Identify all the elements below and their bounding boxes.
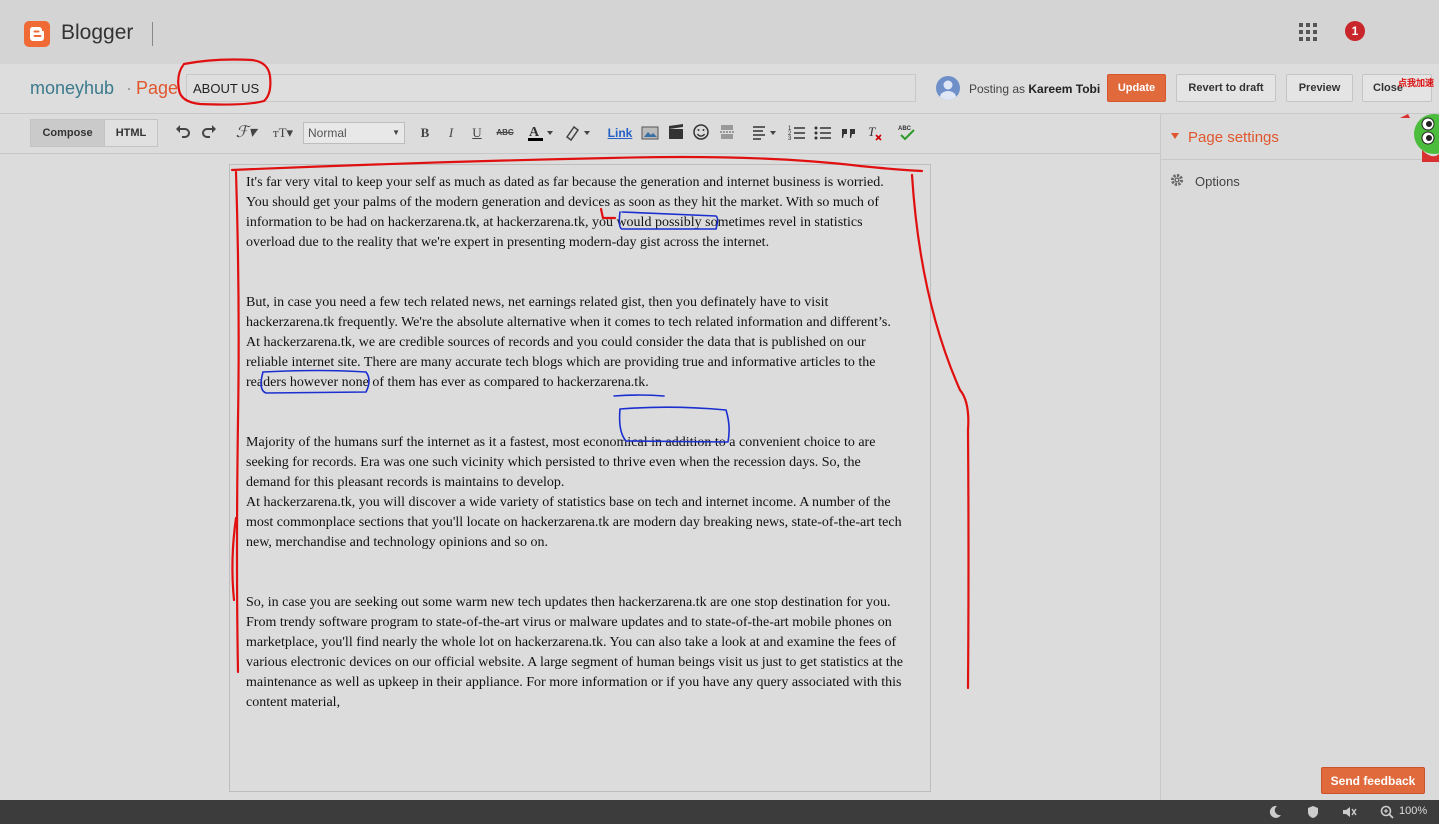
notification-badge[interactable]: 1	[1345, 21, 1365, 41]
paragraph: At hackerzarena.tk, you will discover a …	[246, 495, 902, 550]
zoom-level[interactable]: 100%	[1399, 805, 1427, 817]
bulleted-list-icon[interactable]	[814, 123, 832, 143]
bold-button[interactable]: B	[417, 123, 433, 143]
blog-name-link[interactable]: moneyhub	[30, 78, 114, 99]
svg-text:T: T	[868, 124, 876, 139]
posting-as-text: Posting as Kareem Tobi	[969, 82, 1100, 96]
page-title-input[interactable]: ABOUT US	[186, 74, 916, 102]
editor-toolbar: Compose HTML ℱ▾ тT▾ Normal ▼ B I U ABC A…	[0, 114, 1160, 154]
browser-status-bar: 100%	[0, 800, 1439, 824]
text-color-icon[interactable]: A	[527, 123, 557, 143]
options-link[interactable]: Options	[1195, 174, 1240, 189]
editor-content[interactable]: It's far very vital to keep your self as…	[246, 173, 906, 713]
paragraph: Majority of the humans surf the internet…	[246, 435, 876, 490]
font-family-icon[interactable]: ℱ▾	[231, 123, 261, 143]
avatar	[936, 76, 960, 100]
user-name: Kareem Tobi	[1028, 82, 1101, 96]
insert-jump-break-icon[interactable]	[718, 123, 736, 143]
caret-down-icon[interactable]	[1171, 133, 1179, 139]
remove-formatting-icon[interactable]: T	[866, 123, 884, 143]
font-size-icon[interactable]: тT▾	[268, 123, 298, 143]
compose-mode-button[interactable]: Compose	[30, 119, 105, 147]
quote-icon[interactable]	[840, 123, 858, 143]
update-button[interactable]: Update	[1107, 74, 1166, 102]
svg-text:A: A	[529, 125, 540, 140]
title-row: moneyhub · Page ABOUT US Posting as Kare…	[0, 64, 1439, 114]
format-value: Normal	[308, 126, 347, 140]
volume-icon[interactable]	[1342, 805, 1357, 819]
revert-to-draft-button[interactable]: Revert to draft	[1176, 74, 1276, 102]
svg-text:3: 3	[788, 136, 792, 141]
paragraph: So, in case you are seeking out some war…	[246, 595, 903, 710]
strikethrough-button[interactable]: ABC	[494, 123, 516, 143]
breadcrumb-separator: ·	[126, 78, 132, 98]
blogger-logo-icon[interactable]	[24, 21, 50, 47]
highlight-color-icon[interactable]	[564, 123, 594, 143]
insert-video-icon[interactable]	[667, 123, 685, 143]
send-feedback-button[interactable]: Send feedback	[1321, 767, 1425, 794]
divider	[152, 22, 153, 46]
paragraph-format-select[interactable]: Normal ▼	[303, 122, 405, 144]
page-type-label: Page	[136, 78, 179, 98]
paragraph: It's far very vital to keep your self as…	[246, 175, 884, 250]
paragraph: At hackerzarena.tk, we are credible sour…	[246, 335, 876, 390]
posting-as-label: Posting as	[969, 82, 1026, 96]
chevron-down-icon: ▼	[392, 128, 400, 137]
svg-text:ABC: ABC	[898, 126, 912, 132]
html-mode-button[interactable]: HTML	[104, 119, 158, 147]
preview-button[interactable]: Preview	[1286, 74, 1353, 102]
paragraph: But, in case you need a few tech related…	[246, 295, 891, 330]
gear-icon[interactable]	[1170, 173, 1184, 187]
page-settings-heading[interactable]: Page settings	[1188, 129, 1279, 146]
underline-button[interactable]: U	[469, 123, 485, 143]
align-icon[interactable]	[751, 123, 779, 143]
mascot-badge-text: 点我加速	[1398, 78, 1435, 88]
zoom-icon[interactable]	[1380, 805, 1394, 819]
apps-grid-icon[interactable]	[1299, 23, 1317, 41]
top-bar: Blogger 1	[0, 0, 1439, 64]
spellcheck-icon[interactable]: ABC	[897, 123, 917, 143]
night-mode-icon[interactable]	[1268, 805, 1282, 819]
brand-name: Blogger	[61, 21, 134, 44]
insert-link-button[interactable]: Link	[606, 123, 634, 143]
undo-icon[interactable]	[174, 123, 192, 143]
insert-image-icon[interactable]	[640, 123, 660, 143]
numbered-list-icon[interactable]: 123	[788, 123, 806, 143]
italic-button[interactable]: I	[443, 123, 459, 143]
shield-icon[interactable]	[1306, 805, 1320, 819]
page-settings-panel: Page settings Options	[1160, 114, 1439, 800]
redo-icon[interactable]	[200, 123, 218, 143]
emoji-icon[interactable]	[692, 123, 710, 143]
